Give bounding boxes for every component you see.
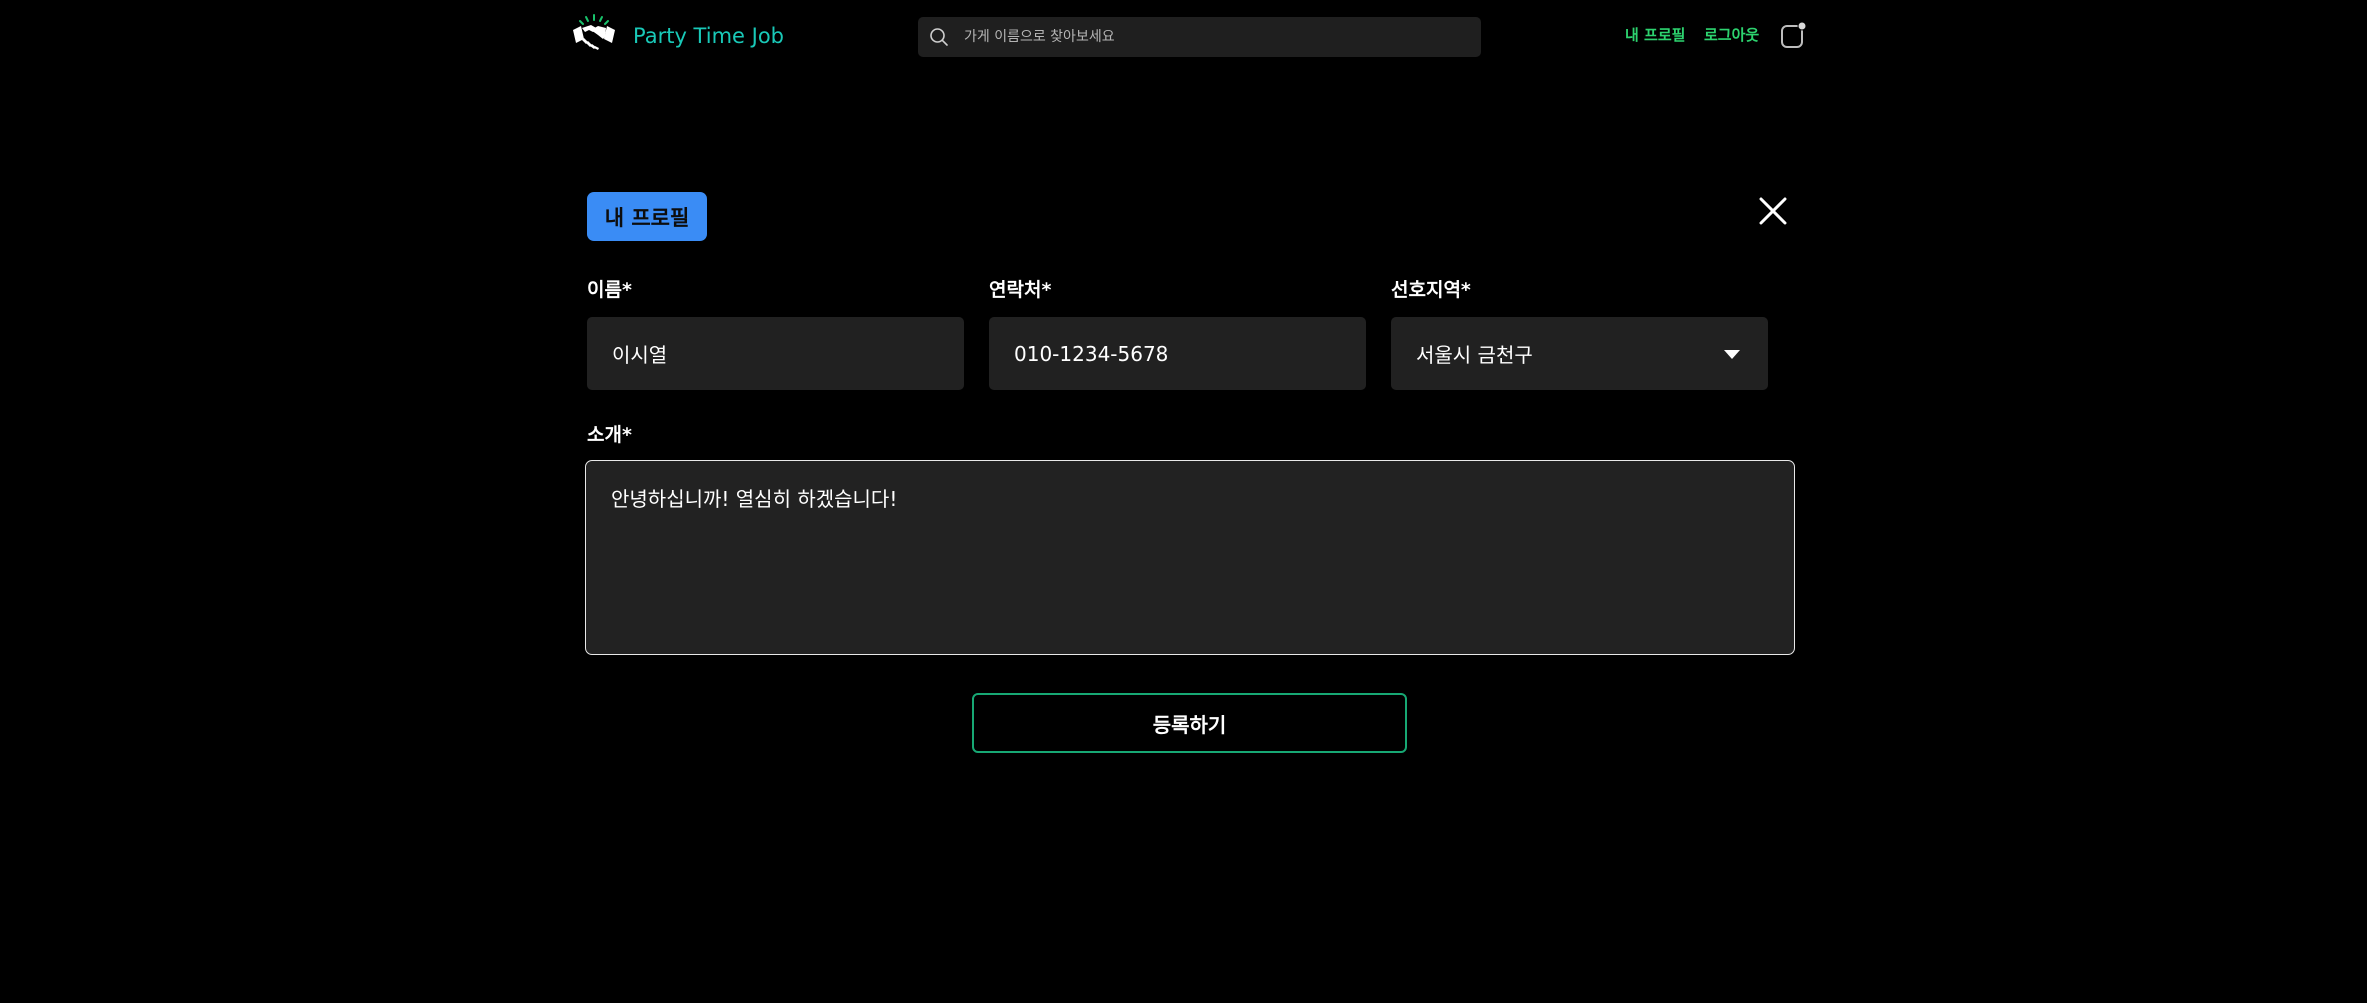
profile-page: Party Time Job 내 프로필 로그아웃 내 프로필 이름* 연락처*… [0, 0, 2367, 1003]
search-input[interactable] [964, 17, 1481, 57]
close-icon[interactable] [1758, 196, 1788, 226]
region-label: 선호지역* [1391, 279, 1471, 301]
brand-name: Party Time Job [633, 24, 784, 48]
chevron-down-icon [1724, 349, 1740, 359]
name-input[interactable] [587, 317, 964, 390]
logo-link[interactable]: Party Time Job [571, 13, 784, 59]
handshake-icon [573, 14, 615, 50]
region-selected-value: 서울시 금천구 [1416, 343, 1533, 367]
page-title-badge: 내 프로필 [587, 192, 707, 241]
top-navigation: Party Time Job 내 프로필 로그아웃 [0, 0, 2367, 74]
intro-textarea[interactable]: 안녕하십니까! 열심히 하겠습니다! [585, 460, 1795, 655]
bell-icon[interactable] [1780, 20, 1808, 50]
phone-input[interactable] [989, 317, 1366, 390]
search-icon [930, 28, 948, 46]
search-bar [918, 17, 1481, 57]
nav-my-profile-link[interactable]: 내 프로필 [1625, 24, 1685, 45]
submit-button[interactable]: 등록하기 [972, 693, 1407, 753]
phone-label: 연락처* [989, 279, 1052, 301]
name-label: 이름* [587, 279, 632, 301]
nav-logout-link[interactable]: 로그아웃 [1704, 24, 1759, 45]
region-select[interactable]: 서울시 금천구 [1391, 317, 1768, 390]
intro-label: 소개* [587, 424, 632, 446]
